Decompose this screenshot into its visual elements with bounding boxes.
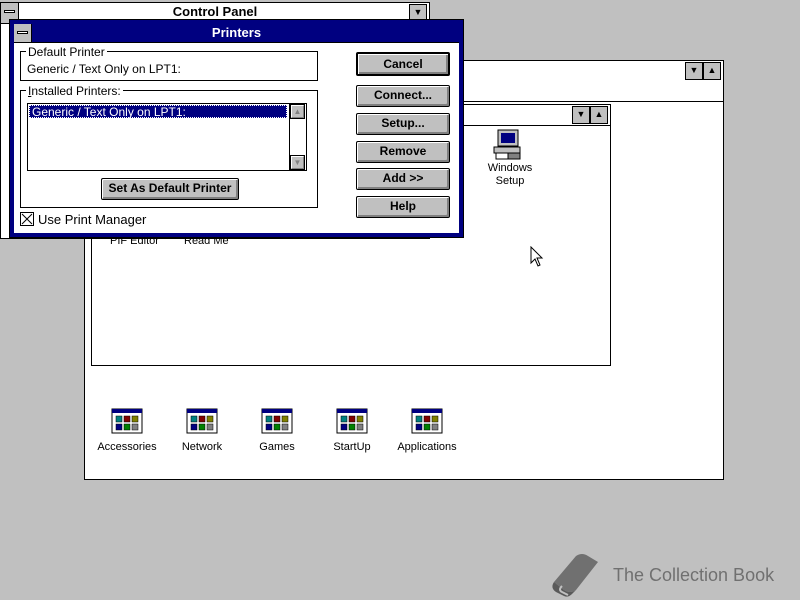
- windows-setup-label-2: Setup: [495, 175, 525, 187]
- remove-button[interactable]: Remove: [356, 141, 450, 163]
- windows-setup-label-1: Windows: [487, 162, 533, 174]
- installed-printers-label: Installed Printers:: [26, 84, 123, 98]
- listbox-scrollbar[interactable]: ▲ ▼: [289, 104, 306, 170]
- book-icon: [552, 554, 598, 597]
- printer-list-item-label: Generic / Text Only on LPT1:: [32, 105, 186, 119]
- connect-button[interactable]: Connect...: [356, 85, 450, 107]
- set-default-printer-button[interactable]: Set As Default Printer: [101, 178, 239, 200]
- setup-label: Setup...: [381, 116, 425, 130]
- default-printer-value: Generic / Text Only on LPT1:: [27, 62, 181, 76]
- add-label: Add >>: [382, 171, 424, 185]
- program-group-label: Applications: [397, 441, 457, 453]
- program-group-item[interactable]: StartUp: [332, 406, 372, 456]
- checkbox-x-icon: [21, 213, 33, 225]
- use-print-manager-label[interactable]: Use Print Manager: [38, 212, 146, 227]
- printers-dialog: Printers Default Printer Generic / Text …: [9, 19, 464, 238]
- program-group-item[interactable]: Network: [182, 406, 222, 456]
- printers-titlebar[interactable]: Printers: [14, 24, 459, 43]
- minimize-button[interactable]: ▼: [685, 62, 703, 80]
- program-group-item[interactable]: Applications: [397, 406, 457, 456]
- program-group-label: Games: [259, 441, 295, 453]
- program-group-icon: [186, 408, 218, 434]
- maximize-button[interactable]: ▲: [703, 62, 721, 80]
- program-group-label: Network: [181, 441, 223, 453]
- program-group-icon: [336, 408, 368, 434]
- setup-button[interactable]: Setup...: [356, 113, 450, 135]
- watermark-text: The Collection Book: [613, 565, 775, 585]
- control-panel-title: Control Panel: [172, 4, 258, 19]
- minimize-button[interactable]: ▼: [572, 106, 590, 124]
- printers-title: Printers: [211, 25, 262, 40]
- program-group-item[interactable]: Accessories: [97, 406, 157, 456]
- help-button[interactable]: Help: [356, 196, 450, 218]
- set-default-printer-label: Set As Default Printer: [108, 181, 232, 195]
- program-group-icon: [111, 408, 143, 434]
- printer-list-item[interactable]: Generic / Text Only on LPT1:: [29, 105, 287, 119]
- mouse-cursor-icon: [530, 246, 544, 267]
- windows-setup-app[interactable]: Windows Setup: [480, 127, 540, 191]
- scroll-up-arrow[interactable]: ▲: [290, 104, 305, 119]
- help-label: Help: [389, 199, 416, 213]
- maximize-button[interactable]: ▲: [590, 106, 608, 124]
- program-group-icon: [411, 408, 443, 434]
- program-group-icon: [261, 408, 293, 434]
- default-printer-group: Default Printer Generic / Text Only on L…: [20, 46, 318, 81]
- installed-printers-group: Installed Printers: Generic / Text Only …: [20, 85, 318, 208]
- system-menu-icon[interactable]: [14, 24, 32, 42]
- program-group-item[interactable]: Games: [257, 406, 297, 456]
- watermark: The Collection Book: [548, 552, 788, 598]
- default-printer-label: Default Printer: [26, 45, 107, 59]
- cancel-button[interactable]: Cancel: [356, 52, 450, 76]
- installed-printers-label-text: nstalled Printers:: [31, 84, 121, 98]
- scroll-down-arrow[interactable]: ▼: [290, 155, 305, 170]
- installed-printers-listbox[interactable]: Generic / Text Only on LPT1: ▲ ▼: [27, 103, 307, 171]
- use-print-manager-checkbox[interactable]: [20, 212, 34, 226]
- windows-setup-icon: [493, 129, 521, 160]
- remove-label: Remove: [379, 144, 427, 158]
- add-button[interactable]: Add >>: [356, 168, 450, 190]
- cancel-label: Cancel: [383, 57, 423, 71]
- program-group-label: Accessories: [97, 441, 157, 453]
- connect-label: Connect...: [373, 88, 432, 102]
- program-group-label: StartUp: [333, 441, 371, 453]
